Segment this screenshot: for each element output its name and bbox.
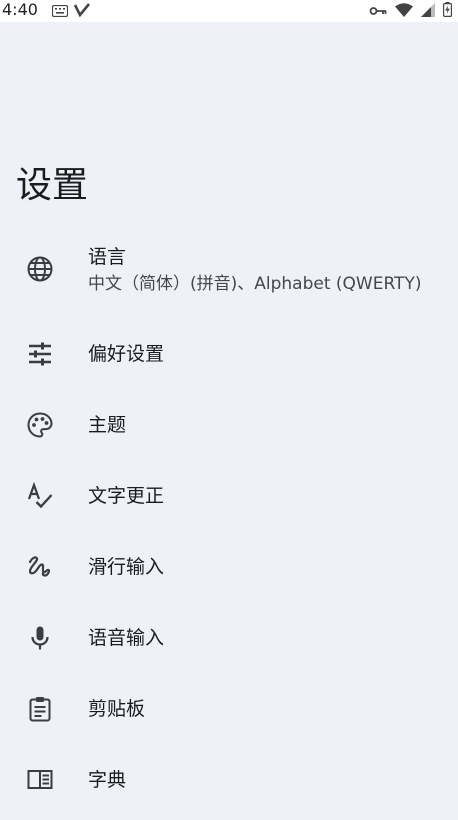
vpn-key-icon [369,2,387,21]
settings-item-clipboard[interactable]: 剪贴板 [0,661,458,732]
settings-item-label: 剪贴板 [88,698,146,720]
settings-item-label: 滑行输入 [88,556,165,578]
settings-item-label: 语音输入 [88,627,165,649]
settings-item-preferences[interactable]: 偏好设置 [0,306,458,377]
settings-item-dictionary[interactable]: 字典 [0,732,458,803]
settings-item-label: 字典 [88,769,127,791]
dictionary-icon [26,766,54,794]
status-right-icons [369,2,453,21]
settings-item-theme[interactable]: 主题 [0,377,458,448]
tune-icon [26,340,54,368]
spellcheck-icon [26,482,54,510]
settings-item-label: 偏好设置 [88,343,165,365]
status-left-icons [51,2,91,21]
settings-item-voice-input[interactable]: 语音输入 [0,590,458,661]
settings-item-glide-typing[interactable]: 滑行输入 [0,519,458,590]
palette-icon [26,411,54,439]
settings-item-label: 主题 [88,414,127,436]
settings-item-language[interactable]: 语言 中文（简体）(拼音)、Alphabet (QWERTY) [0,232,458,306]
status-time: 4:40 [2,0,38,19]
cell-signal-icon [421,2,435,21]
clipboard-icon [26,695,54,723]
v-app-icon [73,2,91,21]
settings-list: 语言 中文（简体）(拼音)、Alphabet (QWERTY) 偏好设置 主题 … [0,232,458,803]
settings-item-label: 文字更正 [88,485,165,507]
mic-icon [26,624,54,652]
globe-icon [26,255,54,283]
gesture-icon [26,553,54,581]
settings-item-sublabel: 中文（简体）(拼音)、Alphabet (QWERTY) [88,274,422,294]
settings-item-text-correction[interactable]: 文字更正 [0,448,458,519]
wifi-icon [395,2,413,21]
keyboard-icon [51,2,69,21]
battery-charging-icon [443,2,453,21]
settings-item-label: 语言 [88,246,127,268]
page-title: 设置 [16,165,89,206]
status-bar: 4:40 [0,0,458,22]
